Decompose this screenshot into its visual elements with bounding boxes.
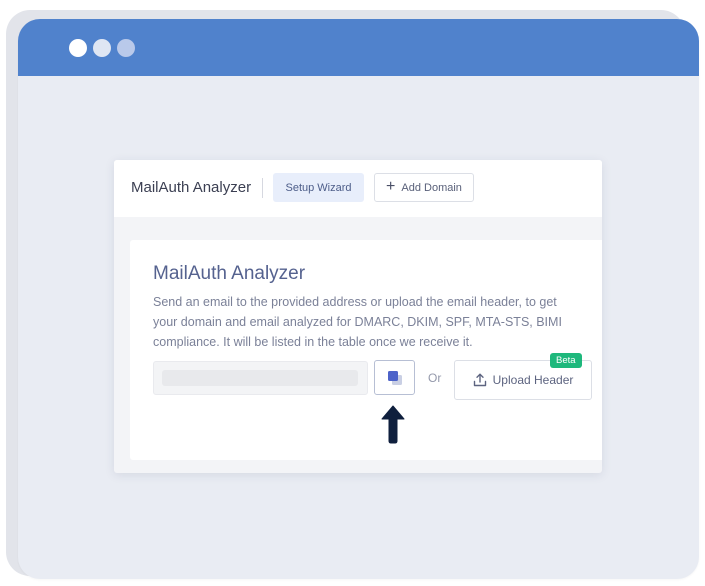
upload-header-label: Upload Header (492, 373, 574, 387)
window-close-dot[interactable] (69, 39, 87, 57)
setup-wizard-button[interactable]: Setup Wizard (273, 173, 364, 202)
app-window: MailAuth Analyzer Setup Wizard + Add Dom… (18, 19, 699, 579)
copy-email-button[interactable] (374, 360, 415, 395)
card-description: Send an email to the provided address or… (153, 295, 562, 349)
upload-icon (473, 373, 486, 387)
app-title: MailAuth Analyzer (131, 179, 252, 196)
add-domain-button[interactable]: + Add Domain (374, 173, 474, 202)
add-domain-label: Add Domain (401, 181, 462, 194)
analyzer-card: MailAuth Analyzer Send an email to the p… (130, 240, 602, 460)
panel-header: MailAuth Analyzer Setup Wizard + Add Dom… (114, 160, 602, 217)
email-address-field[interactable] (153, 361, 368, 395)
card-title: MailAuth Analyzer (153, 263, 306, 284)
window-maximize-dot[interactable] (117, 39, 135, 57)
header-divider (262, 178, 263, 198)
setup-wizard-label: Setup Wizard (285, 181, 352, 194)
window-minimize-dot[interactable] (93, 39, 111, 57)
copy-icon (387, 370, 402, 385)
arrow-up-icon (381, 405, 405, 444)
window-titlebar (18, 19, 699, 76)
or-separator: Or (428, 371, 442, 385)
plus-icon: + (386, 178, 396, 195)
analyzer-panel: MailAuth Analyzer Setup Wizard + Add Dom… (114, 160, 602, 473)
beta-badge: Beta (550, 353, 582, 368)
blurred-email-value (162, 370, 358, 386)
